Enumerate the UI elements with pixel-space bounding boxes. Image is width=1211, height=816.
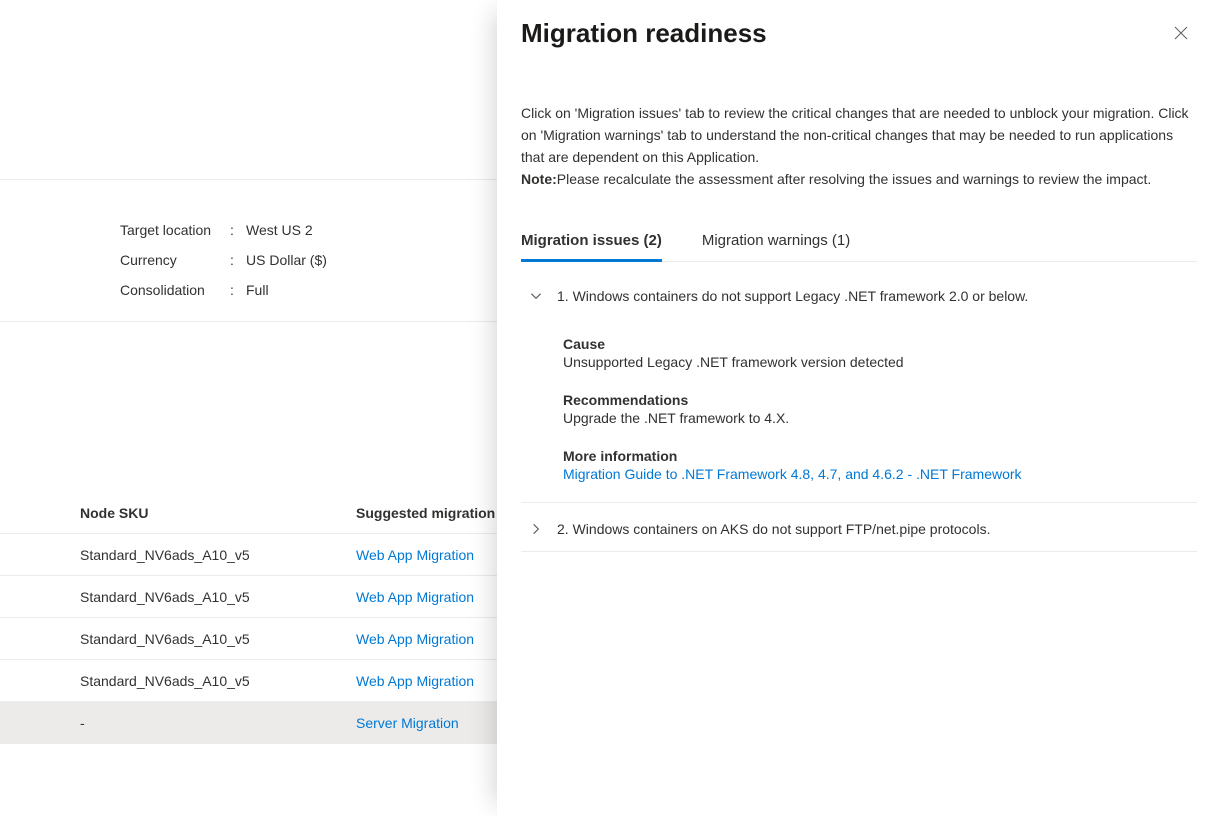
issue-header[interactable]: 1. Windows containers do not support Leg… [521,270,1197,318]
cell-sku: Standard_NV6ads_A10_v5 [0,673,356,689]
prop-label: Target location [120,222,230,238]
panel-description: Click on 'Migration issues' tab to revie… [521,102,1189,190]
prop-label: Consolidation [120,282,230,298]
assessment-properties: Target location : West US 2 Currency : U… [120,222,327,312]
panel-header: Migration readiness [521,18,1197,50]
chevron-down-icon [529,289,543,303]
chevron-right-icon [529,522,543,536]
cause-text: Unsupported Legacy .NET framework versio… [563,354,1197,370]
prop-value: Full [246,282,269,298]
close-button[interactable] [1165,18,1197,50]
prop-row-target-location: Target location : West US 2 [120,222,327,238]
col-header-sku[interactable]: Node SKU [0,505,356,521]
prop-colon: : [230,252,246,268]
panel-title: Migration readiness [521,18,767,49]
issue-header[interactable]: 2. Windows containers on AKS do not supp… [521,503,1197,552]
prop-row-currency: Currency : US Dollar ($) [120,252,327,268]
prop-colon: : [230,282,246,298]
prop-colon: : [230,222,246,238]
prop-value: US Dollar ($) [246,252,327,268]
recommendations-heading: Recommendations [563,392,1197,408]
cell-sku: Standard_NV6ads_A10_v5 [0,589,356,605]
more-info-link[interactable]: Migration Guide to .NET Framework 4.8, 4… [563,466,1022,482]
prop-label: Currency [120,252,230,268]
more-info-heading: More information [563,448,1197,464]
issues-list: 1. Windows containers do not support Leg… [521,270,1197,552]
cell-sku: Standard_NV6ads_A10_v5 [0,631,356,647]
cell-sku: - [0,715,356,731]
panel-description-text: Click on 'Migration issues' tab to revie… [521,105,1189,165]
note-text: Please recalculate the assessment after … [557,171,1152,187]
issues-tabs: Migration issues (2) Migration warnings … [521,224,1197,262]
prop-row-consolidation: Consolidation : Full [120,282,327,298]
prop-value: West US 2 [246,222,313,238]
migration-readiness-panel: Migration readiness Click on 'Migration … [497,0,1211,816]
issue-title: 1. Windows containers do not support Leg… [557,288,1028,304]
recommendations-text: Upgrade the .NET framework to 4.X. [563,410,1197,426]
tab-migration-issues[interactable]: Migration issues (2) [521,224,662,261]
tab-migration-warnings[interactable]: Migration warnings (1) [702,224,850,261]
cell-sku: Standard_NV6ads_A10_v5 [0,547,356,563]
issue-title: 2. Windows containers on AKS do not supp… [557,521,990,537]
cause-heading: Cause [563,336,1197,352]
issue-body: Cause Unsupported Legacy .NET framework … [521,318,1197,503]
close-icon [1174,26,1188,43]
note-label: Note: [521,171,557,187]
